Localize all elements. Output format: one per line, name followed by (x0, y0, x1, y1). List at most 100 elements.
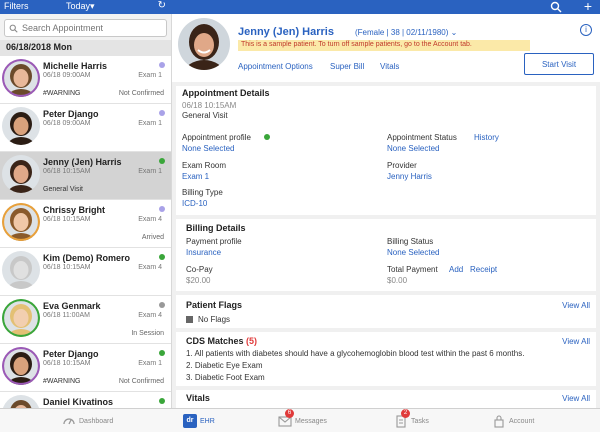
flag-icon (186, 316, 193, 323)
lock-icon (494, 415, 504, 428)
appointment-note: #WARNING (43, 378, 81, 385)
appointment-confirmation-status: In Session (131, 330, 164, 337)
copay-value: $20.00 (186, 276, 211, 285)
appointment-patient-name: Daniel Kivatinos (43, 397, 114, 407)
appointment-row[interactable]: Michelle Harris 06/18 09:00AM Exam 1 #WA… (0, 56, 171, 104)
payment-profile-value[interactable]: Insurance (186, 248, 221, 257)
visit-type: General Visit (182, 111, 228, 120)
copay-label: Co-Pay (186, 265, 213, 274)
search-box (4, 19, 167, 37)
dr-icon: dr (183, 414, 197, 428)
tab-ehr-label: EHR (200, 417, 215, 425)
billing-details-card: Billing Details Payment profile Insuranc… (176, 219, 596, 291)
right-top-bar: + (172, 0, 600, 14)
appointment-time: 06/18 09:00AM (43, 120, 91, 127)
appointment-status-dot (159, 62, 165, 68)
avatar (2, 395, 40, 408)
appointment-row[interactable]: Kim (Demo) Romero 06/18 10:15AM Exam 4 (0, 248, 171, 296)
appointment-confirmation-status: Not Confirmed (118, 90, 164, 97)
appointment-status-dot (159, 350, 165, 356)
tasks-badge: 2 (401, 409, 410, 418)
appointment-row[interactable]: Eva Genmark 06/18 11:00AM Exam 4 In Sess… (0, 296, 171, 344)
billing-status-value[interactable]: None Selected (387, 248, 439, 257)
appointment-row[interactable]: Peter Django 06/18 10:15AM Exam 1 #WARNI… (0, 344, 171, 392)
cds-title-text: CDS Matches (186, 336, 244, 346)
cds-item[interactable]: 3. Diabetic Foot Exam (186, 373, 265, 382)
history-link[interactable]: History (474, 133, 499, 142)
avatar (2, 203, 40, 241)
appointment-datetime: 06/18 10:15AM (182, 101, 237, 110)
appointment-note: #WARNING (43, 90, 81, 97)
tab-messages-label: Messages (295, 417, 327, 425)
bottom-tab-bar: Dashboard dr EHR 6 Messages 2 Tasks Acco… (0, 408, 600, 432)
vitals-card: Vitals View All (176, 390, 596, 408)
clipboard-icon: 2 (394, 409, 410, 428)
tab-messages[interactable]: 6 Messages (278, 409, 327, 429)
start-visit-button[interactable]: Start Visit (524, 53, 594, 75)
add-payment-link[interactable]: Add (449, 265, 463, 274)
status-dot (264, 134, 270, 140)
date-filter-label: Today (66, 1, 91, 11)
add-icon[interactable]: + (584, 0, 592, 14)
appointment-exam-room: Exam 1 (138, 72, 162, 79)
tab-ehr[interactable]: dr EHR (183, 413, 215, 429)
avatar (2, 59, 40, 97)
no-flags-text: No Flags (198, 315, 231, 324)
super-bill-link[interactable]: Super Bill (330, 62, 364, 71)
appointment-confirmation-status: Not Confirmed (118, 378, 164, 385)
appointment-details-card: Appointment Details 06/18 10:15AM Genera… (176, 86, 596, 215)
vitals-view-all-link[interactable]: View All (562, 394, 590, 403)
appointment-status-label: Appointment Status (387, 133, 457, 142)
appointment-exam-room: Exam 1 (138, 168, 162, 175)
receipt-link[interactable]: Receipt (470, 265, 497, 274)
search-icon[interactable] (550, 1, 562, 13)
info-icon[interactable]: i (580, 24, 592, 36)
date-header: 06/18/2018 Mon (0, 40, 171, 56)
appointment-status-value[interactable]: None Selected (387, 144, 439, 153)
cds-item[interactable]: 2. Diabetic Eye Exam (186, 361, 262, 370)
appointment-status-dot (159, 398, 165, 404)
cds-view-all-link[interactable]: View All (562, 337, 590, 346)
appointment-time: 06/18 10:15AM (43, 360, 91, 367)
exam-room-value[interactable]: Exam 1 (182, 172, 209, 181)
billing-type-label: Billing Type (182, 188, 223, 197)
appointment-status-dot (159, 158, 165, 164)
flags-view-all-link[interactable]: View All (562, 301, 590, 310)
appointment-row[interactable]: Daniel Kivatinos 06/18 10:15AM (0, 392, 171, 408)
tab-account[interactable]: Account (492, 413, 534, 429)
appointment-patient-name: Jenny (Jen) Harris (43, 157, 122, 167)
appointment-note: General Visit (43, 186, 83, 193)
tab-dashboard[interactable]: Dashboard (62, 413, 113, 429)
cds-matches-card: CDS Matches (5) View All 1. All patients… (176, 332, 596, 386)
appointment-patient-name: Peter Django (43, 349, 99, 359)
payment-profile-label: Payment profile (186, 237, 242, 246)
appointment-row[interactable]: Jenny (Jen) Harris 06/18 10:15AM Exam 1 … (0, 152, 171, 200)
avatar (2, 251, 40, 289)
appointment-status-dot (159, 254, 165, 260)
billing-type-value[interactable]: ICD-10 (182, 199, 207, 208)
appointment-row[interactable]: Peter Django 06/18 09:00AM Exam 1 (0, 104, 171, 152)
patient-name[interactable]: Jenny (Jen) Harris (238, 26, 334, 38)
search-input[interactable] (22, 23, 152, 33)
appointment-profile-label: Appointment profile (182, 133, 251, 142)
tab-tasks[interactable]: 2 Tasks (394, 409, 429, 429)
provider-value[interactable]: Jenny Harris (387, 172, 432, 181)
sample-patient-banner: This is a sample patient. To turn off sa… (238, 40, 530, 51)
appointment-exam-room: Exam 4 (138, 312, 162, 319)
patient-header: Jenny (Jen) Harris (Female | 38 | 02/11/… (172, 14, 600, 82)
appointment-time: 06/18 09:00AM (43, 72, 91, 79)
patient-avatar (178, 18, 230, 70)
appointment-options-link[interactable]: Appointment Options (238, 62, 313, 71)
refresh-icon[interactable]: ↻ (158, 0, 166, 11)
vitals-link[interactable]: Vitals (380, 62, 399, 71)
envelope-icon: 6 (278, 409, 294, 428)
chevron-down-icon: ⌄ (450, 28, 458, 37)
tab-dashboard-label: Dashboard (79, 417, 114, 425)
filters-button[interactable]: Filters (4, 1, 29, 11)
appointment-profile-value[interactable]: None Selected (182, 144, 234, 153)
patient-demographics: (Female | 38 | 02/11/1980) (355, 28, 449, 37)
date-filter-dropdown[interactable]: Today▾ (66, 1, 95, 12)
appointment-row[interactable]: Chrissy Bright 06/18 10:15AM Exam 4 Arri… (0, 200, 171, 248)
cds-item[interactable]: 1. All patients with diabetes should hav… (186, 349, 524, 358)
patient-info[interactable]: (Female | 38 | 02/11/1980) ⌄ (355, 28, 457, 37)
